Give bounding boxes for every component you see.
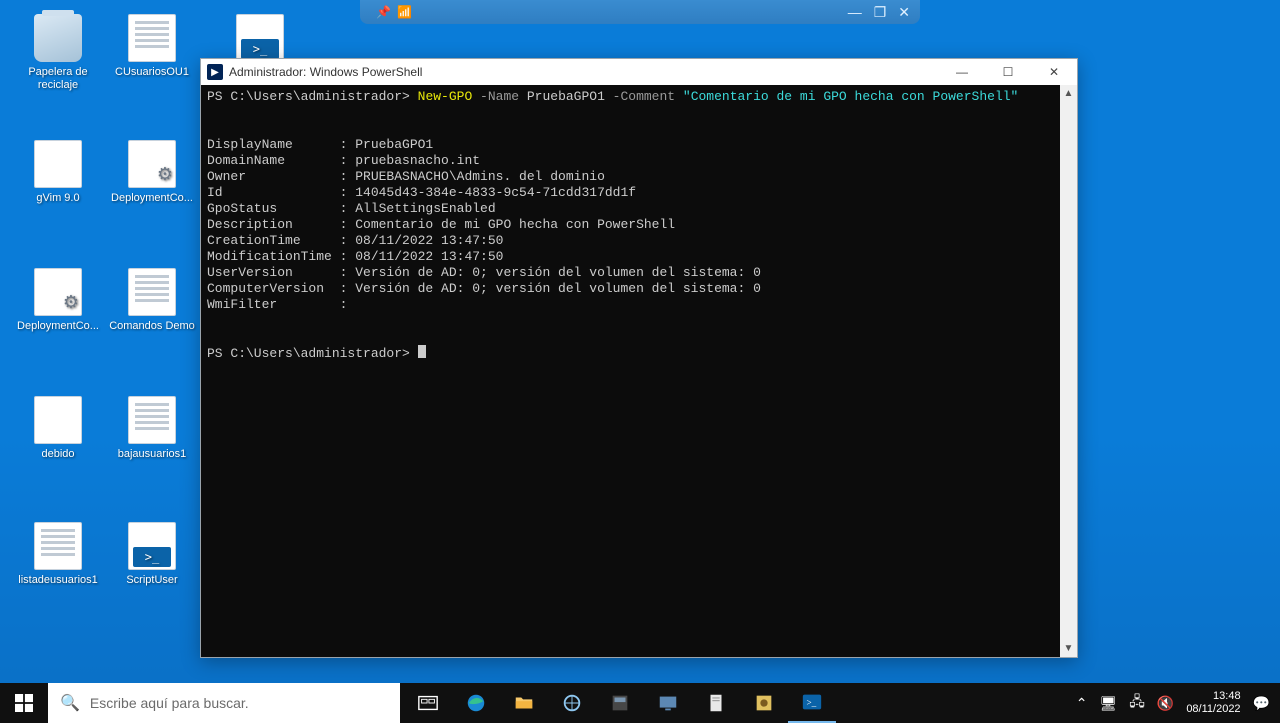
terminal-output[interactable]: PS C:\Users\administrador> New-GPO -Name…: [201, 85, 1060, 657]
taskbar-clock[interactable]: 13:48 08/11/2022: [1186, 690, 1240, 716]
taskbar-explorer-button[interactable]: [500, 683, 548, 723]
deploymentco-1-label: DeploymentCo...: [108, 192, 196, 205]
scriptuser-icon[interactable]: ScriptUser: [108, 522, 196, 587]
taskbar-app2-button[interactable]: [596, 683, 644, 723]
gvim-icon[interactable]: gVim 9.0: [14, 140, 102, 205]
taskbar: 🔍 Escribe aquí para buscar. >_ ⌃ 🖥 🖧 🔇 1…: [0, 683, 1280, 723]
prompt-1: PS C:\Users\administrador>: [207, 89, 418, 104]
taskbar-search-box[interactable]: 🔍 Escribe aquí para buscar.: [48, 683, 400, 723]
scrollbar-down-icon[interactable]: ▼: [1060, 640, 1077, 657]
listadeusuarios-label: listadeusuarios1: [14, 574, 102, 587]
out-description: Description : Comentario de mi GPO hecha…: [207, 217, 675, 232]
tray-sound-icon[interactable]: 🔇: [1157, 695, 1174, 712]
taskbar-app5-button[interactable]: [740, 683, 788, 723]
taskbar-edge-button[interactable]: [452, 683, 500, 723]
taskbar-app3-button[interactable]: [644, 683, 692, 723]
gvim-label: gVim 9.0: [14, 192, 102, 205]
deploymentco-2-icon[interactable]: DeploymentCo...: [14, 268, 102, 333]
taskbar-date: 08/11/2022: [1186, 703, 1240, 716]
tray-display-icon[interactable]: 🖥: [1099, 695, 1117, 712]
recycle-bin-label: Papelera de reciclaje: [14, 66, 102, 92]
scrollbar-up-icon[interactable]: ▲: [1060, 85, 1077, 102]
folder-icon: [513, 692, 535, 714]
window-close-button[interactable]: ✕: [1031, 59, 1077, 85]
task-view-button[interactable]: [404, 683, 452, 723]
web-icon: [561, 692, 583, 714]
out-computerversion: ComputerVersion : Versión de AD: 0; vers…: [207, 281, 761, 296]
debido-label: debido: [14, 448, 102, 461]
out-modificationtime: ModificationTime : 08/11/2022 13:47:50: [207, 249, 503, 264]
listadeusuarios-icon[interactable]: listadeusuarios1: [14, 522, 102, 587]
deploymentco-2-label: DeploymentCo...: [14, 320, 102, 333]
out-owner: Owner : PRUEBASNACHO\Admins. del dominio: [207, 169, 605, 184]
cusuariosou1-icon[interactable]: CUsuariosOU1: [108, 14, 196, 79]
search-icon: 🔍: [60, 693, 80, 713]
system-tray[interactable]: ⌃ 🖥 🖧 🔇 13:48 08/11/2022 💬: [1066, 683, 1280, 723]
window-maximize-button[interactable]: ☐: [985, 59, 1031, 85]
taskbar-search-placeholder: Escribe aquí para buscar.: [90, 695, 249, 711]
out-gpostatus: GpoStatus : AllSettingsEnabled: [207, 201, 496, 216]
out-userversion: UserVersion : Versión de AD: 0; versión …: [207, 265, 761, 280]
cusuariosou1-label: CUsuariosOU1: [108, 66, 196, 79]
taskbar-time: 13:48: [1186, 690, 1240, 703]
out-id: Id : 14045d43-384e-4833-9c54-71cdd317dd1…: [207, 185, 636, 200]
deploymentco-1-icon[interactable]: DeploymentCo...: [108, 140, 196, 205]
task-view-icon: [417, 692, 439, 714]
comandos-demo-icon[interactable]: Comandos Demo: [108, 268, 196, 333]
terminal-scrollbar[interactable]: ▲ ▼: [1060, 85, 1077, 657]
recycle-bin-icon[interactable]: Papelera de reciclaje: [14, 14, 102, 92]
out-wmifilter: WmiFilter :: [207, 297, 347, 312]
powershell-app-icon: ▶: [207, 64, 223, 80]
out-domainname: DomainName : pruebasnacho.int: [207, 153, 480, 168]
arg-name: PruebaGPO1: [527, 89, 605, 104]
tools-icon: [753, 692, 775, 714]
scriptuser-label: ScriptUser: [108, 574, 196, 587]
comandos-demo-label: Comandos Demo: [108, 320, 196, 333]
edge-icon: [465, 692, 487, 714]
window-titlebar[interactable]: ▶ Administrador: Windows PowerShell — ☐ …: [201, 59, 1077, 85]
window-minimize-button[interactable]: —: [939, 59, 985, 85]
powershell-window: ▶ Administrador: Windows PowerShell — ☐ …: [200, 58, 1078, 658]
svg-text:>_: >_: [807, 698, 817, 708]
cmd-newgpo: New-GPO: [418, 89, 473, 104]
start-button[interactable]: [0, 683, 48, 723]
debido-icon[interactable]: debido: [14, 396, 102, 461]
tray-notifications-icon[interactable]: 💬: [1253, 695, 1270, 712]
bajausuarios-icon[interactable]: bajausuarios1: [108, 396, 196, 461]
monitor-icon: [657, 692, 679, 714]
taskbar-app1-button[interactable]: [548, 683, 596, 723]
flag-name: -Name: [472, 89, 527, 104]
windows-logo-icon: [15, 694, 33, 712]
terminal-cursor: [418, 345, 426, 358]
bajausuarios-label: bajausuarios1: [108, 448, 196, 461]
flag-comment: -Comment: [605, 89, 683, 104]
out-creationtime: CreationTime : 08/11/2022 13:47:50: [207, 233, 503, 248]
arg-comment: "Comentario de mi GPO hecha con PowerShe…: [683, 89, 1018, 104]
taskbar-app4-button[interactable]: [692, 683, 740, 723]
powershell-icon: >_: [801, 691, 823, 713]
tray-up-icon[interactable]: ⌃: [1076, 695, 1088, 712]
prompt-2: PS C:\Users\administrador>: [207, 346, 418, 361]
out-displayname: DisplayName : PruebaGPO1: [207, 137, 433, 152]
window-title: Administrador: Windows PowerShell: [229, 65, 422, 79]
taskbar-powershell-button[interactable]: >_: [788, 683, 836, 723]
server-mgr-icon: [609, 692, 631, 714]
document-icon: [705, 692, 727, 714]
tray-network-icon[interactable]: 🖧: [1129, 691, 1145, 715]
scrollbar-track[interactable]: [1060, 102, 1077, 640]
